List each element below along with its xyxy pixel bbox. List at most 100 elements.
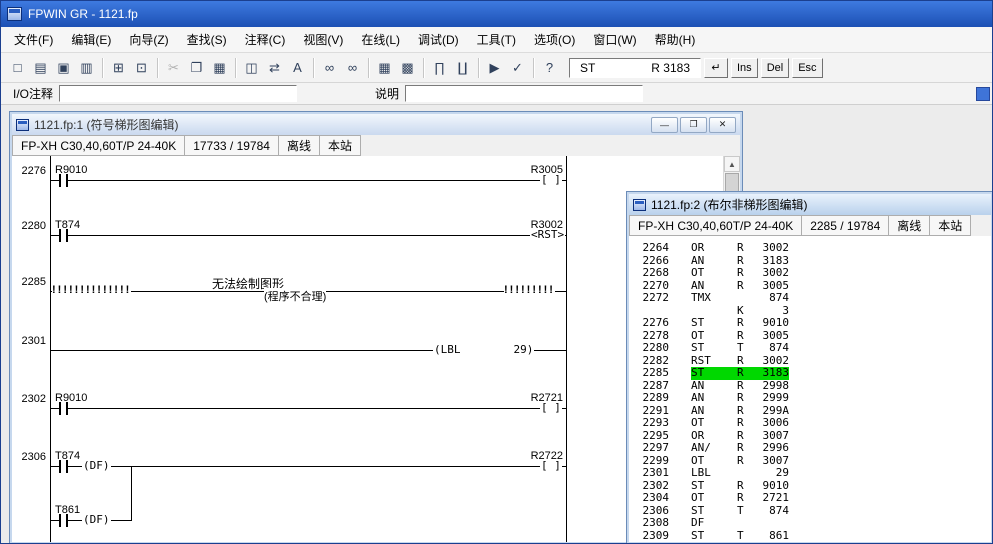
bool-operand-value: 3006: [753, 417, 789, 430]
label-instruction[interactable]: (LBL 29): [433, 343, 534, 356]
plc-read-button[interactable]: ∏: [428, 56, 451, 79]
bool-operand-type: R: [737, 392, 753, 405]
toolbar-separator: [157, 58, 158, 78]
bool-row[interactable]: 2291 AN R 299A: [629, 405, 991, 418]
bool-row[interactable]: 2297 AN/ R 2996: [629, 442, 991, 455]
bool-row[interactable]: 2293 OT R 3006: [629, 417, 991, 430]
help-button[interactable]: ?: [538, 56, 561, 79]
bool-row[interactable]: 2289 AN R 2999: [629, 392, 991, 405]
bool-row[interactable]: 2287 AN R 2998: [629, 380, 991, 393]
menu-item[interactable]: 在线(L): [352, 27, 409, 52]
enter-button[interactable]: ↵: [704, 58, 728, 78]
bool-row[interactable]: 2309 ST T 861: [629, 530, 991, 543]
description-input[interactable]: [405, 85, 643, 102]
bool-window-titlebar[interactable]: 1121.fp:2 (布尔非梯形图编辑): [629, 194, 991, 215]
title-bar[interactable]: FPWIN GR - 1121.fp: [1, 1, 992, 27]
save-button[interactable]: ▣: [52, 56, 75, 79]
bool-info-bar: FP-XH C30,40,60T/P 24-40K 2285 / 19784 离…: [629, 215, 991, 236]
menu-item[interactable]: 文件(F): [5, 27, 62, 52]
bool-row[interactable]: 2282 RST R 3002: [629, 355, 991, 368]
bool-row[interactable]: 2270 AN R 3005: [629, 280, 991, 293]
copy-button[interactable]: ❐: [185, 56, 208, 79]
bool-row-body: ST R 9010: [691, 317, 789, 330]
bool-row[interactable]: 2295 OR R 3007: [629, 430, 991, 443]
df-instruction[interactable]: (DF): [82, 459, 111, 472]
menu-item[interactable]: 向导(Z): [120, 27, 177, 52]
menu-item[interactable]: 注释(C): [236, 27, 295, 52]
bool-instruction-list[interactable]: 2264 OR R 3002 2266 AN R 3183: [629, 236, 991, 542]
paste-button[interactable]: ▦: [208, 56, 231, 79]
open-file-button[interactable]: ▤: [29, 56, 52, 79]
menu-item[interactable]: 选项(O): [525, 27, 584, 52]
bool-opcode: AN: [691, 392, 729, 405]
bool-row[interactable]: 2272 TMX 874: [629, 292, 991, 305]
menu-item[interactable]: 编辑(E): [62, 27, 120, 52]
ladder-canvas[interactable]: 2276 R9010 R3005 [ ] 2280 T874 R3002 <RS…: [12, 156, 723, 542]
bool-view-button[interactable]: ▩: [396, 56, 419, 79]
text-comment-button[interactable]: A: [286, 56, 309, 79]
bool-row[interactable]: 2280 ST T 874: [629, 342, 991, 355]
coil-symbol[interactable]: [ ]: [540, 401, 562, 414]
bool-row[interactable]: 2306 ST T 874: [629, 505, 991, 518]
bool-row[interactable]: 2304 OT R 2721: [629, 492, 991, 505]
bool-row[interactable]: 2266 AN R 3183: [629, 255, 991, 268]
find-next-button[interactable]: ∞: [341, 56, 364, 79]
step-monitor-icon[interactable]: ⊡: [130, 56, 153, 79]
menu-item[interactable]: 调试(D): [409, 27, 468, 52]
menu-item[interactable]: 帮助(H): [646, 27, 705, 52]
menu-item[interactable]: 窗口(W): [584, 27, 645, 52]
del-button[interactable]: Del: [761, 58, 790, 78]
close-button[interactable]: ✕: [709, 117, 736, 133]
bool-row[interactable]: 2299 OT R 3007: [629, 455, 991, 468]
docked-window-icon[interactable]: [976, 87, 990, 101]
bool-row[interactable]: 2308 DF: [629, 517, 991, 530]
bool-row[interactable]: 2285 ST R 3183: [629, 367, 991, 380]
cut-button[interactable]: ✂: [162, 56, 185, 79]
esc-button[interactable]: Esc: [792, 58, 822, 78]
menu-item[interactable]: 视图(V): [294, 27, 352, 52]
bool-address: 2293: [629, 417, 669, 430]
bool-row[interactable]: 2301 LBL 29: [629, 467, 991, 480]
scroll-up-icon[interactable]: ▲: [724, 156, 740, 172]
ladder-window-titlebar[interactable]: 1121.fp:1 (符号梯形图编辑) — ❐ ✕: [12, 114, 740, 135]
restore-button[interactable]: ❐: [680, 117, 707, 133]
bool-address: 2280: [629, 342, 669, 355]
bool-operand-type: R: [737, 242, 753, 255]
coil-symbol[interactable]: [ ]: [540, 459, 562, 472]
app-window: FPWIN GR - 1121.fp 文件(F) 编辑(E) 向导(Z) 查找(…: [0, 0, 993, 544]
minimize-button[interactable]: —: [651, 117, 678, 133]
ladder-view-button[interactable]: ▦: [373, 56, 396, 79]
branch-contact-symbol[interactable]: [59, 514, 68, 527]
io-comment-monitor-icon[interactable]: ⊞: [107, 56, 130, 79]
block-edit-button[interactable]: ◫: [240, 56, 263, 79]
find-button[interactable]: ∞: [318, 56, 341, 79]
io-comment-input[interactable]: [59, 85, 297, 102]
print-button[interactable]: ▥: [75, 56, 98, 79]
plc-write-button[interactable]: ∐: [451, 56, 474, 79]
bool-row[interactable]: 2276 ST R 9010: [629, 317, 991, 330]
instruction-address-field[interactable]: ST R 3183: [569, 58, 701, 78]
run-mode-button[interactable]: ▶: [483, 56, 506, 79]
contact-symbol[interactable]: [59, 174, 68, 187]
contact-symbol[interactable]: [59, 402, 68, 415]
bool-row-body: ST T 861: [691, 530, 789, 543]
menu-item[interactable]: 查找(S): [178, 27, 236, 52]
ins-button[interactable]: Ins: [731, 58, 758, 78]
convert-button[interactable]: ⇄: [263, 56, 286, 79]
menu-item[interactable]: 工具(T): [468, 27, 525, 52]
bool-operand-value: 29: [753, 467, 789, 480]
new-file-button[interactable]: □: [6, 56, 29, 79]
coil-symbol[interactable]: [ ]: [540, 173, 562, 186]
branch-df-instruction[interactable]: (DF): [82, 513, 111, 526]
bool-row[interactable]: 2268 OT R 3002: [629, 267, 991, 280]
bool-row[interactable]: 2264 OR R 3002: [629, 242, 991, 255]
rst-coil-symbol[interactable]: <RST>: [530, 228, 565, 241]
contact-symbol[interactable]: [59, 460, 68, 473]
bool-opcode: OT: [691, 492, 729, 505]
monitor-toggle-button[interactable]: ✓: [506, 56, 529, 79]
bool-row[interactable]: K 3: [629, 305, 991, 318]
bool-row-body: ST T 874: [691, 505, 789, 518]
bool-row[interactable]: 2278 OT R 3005: [629, 330, 991, 343]
contact-symbol[interactable]: [59, 229, 68, 242]
bool-row[interactable]: 2302 ST R 9010: [629, 480, 991, 493]
